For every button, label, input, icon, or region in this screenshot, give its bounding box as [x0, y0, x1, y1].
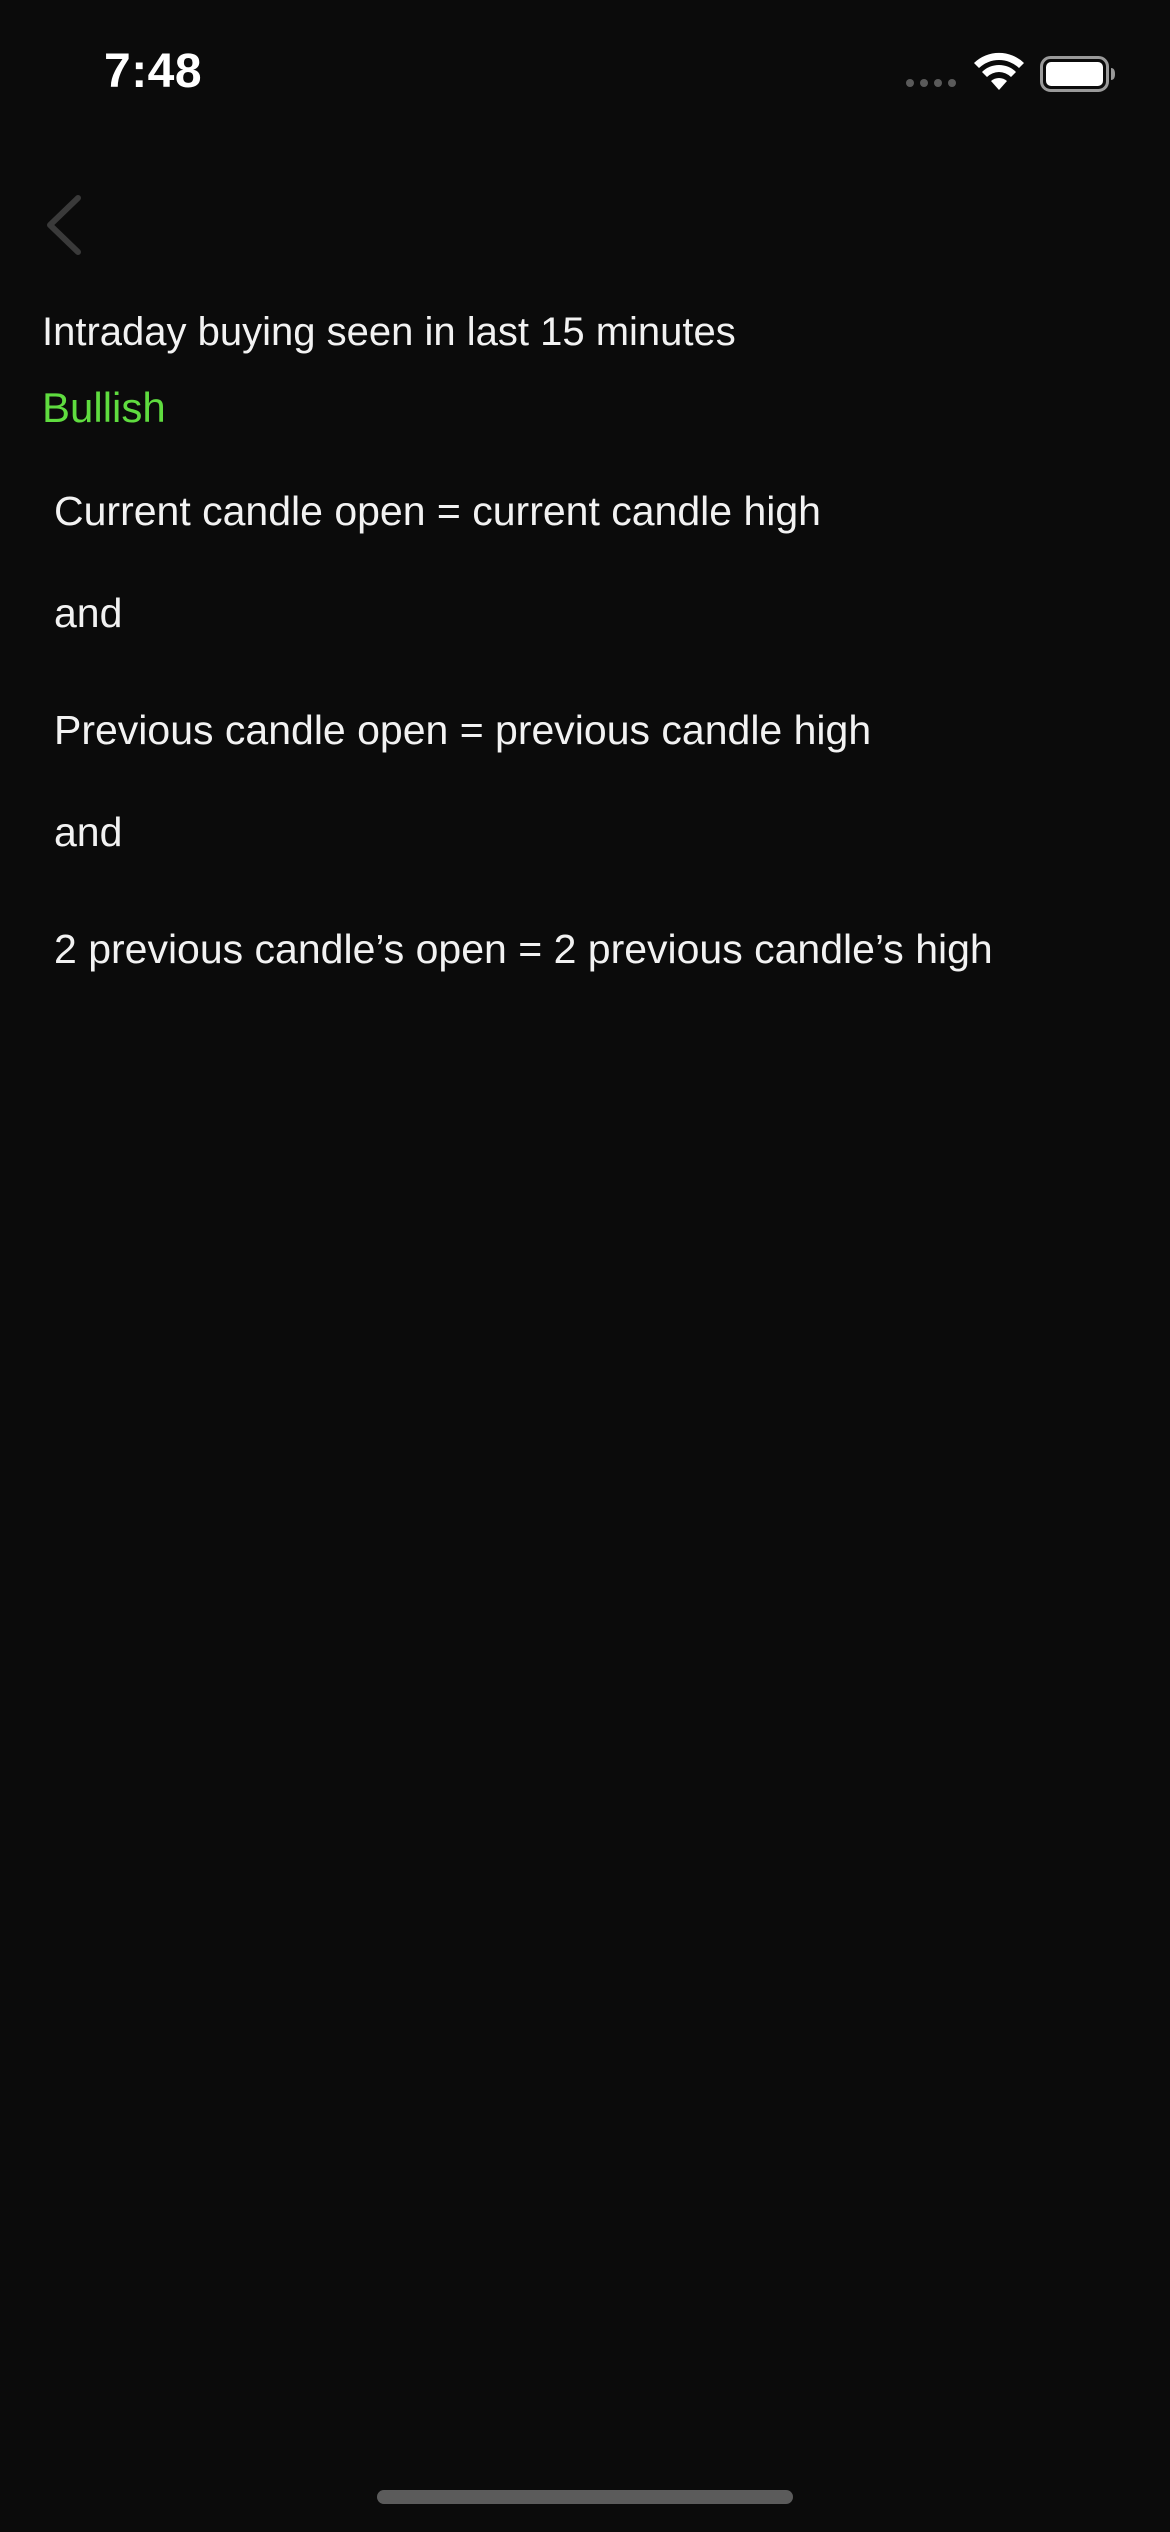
- status-time: 7:48: [104, 45, 203, 98]
- condition-1: Current candle open = current candle hig…: [54, 488, 821, 534]
- cellular-dots-icon: [906, 79, 956, 87]
- condition-connector-2: and: [54, 809, 123, 855]
- battery-icon: [1040, 56, 1115, 92]
- home-indicator[interactable]: [377, 2490, 793, 2504]
- condition-3: 2 previous candle’s open = 2 previous ca…: [54, 926, 993, 972]
- screener-title: Intraday buying seen in last 15 minutes: [42, 310, 736, 354]
- status-bar: 7:48: [0, 0, 1170, 150]
- condition-connector-1: and: [54, 590, 123, 636]
- wifi-icon: [974, 52, 1024, 90]
- sentiment-label: Bullish: [42, 384, 166, 431]
- chevron-left-icon: [47, 195, 81, 255]
- back-button[interactable]: [36, 190, 96, 260]
- condition-2: Previous candle open = previous candle h…: [54, 707, 872, 753]
- navigation-bar: [0, 180, 1170, 270]
